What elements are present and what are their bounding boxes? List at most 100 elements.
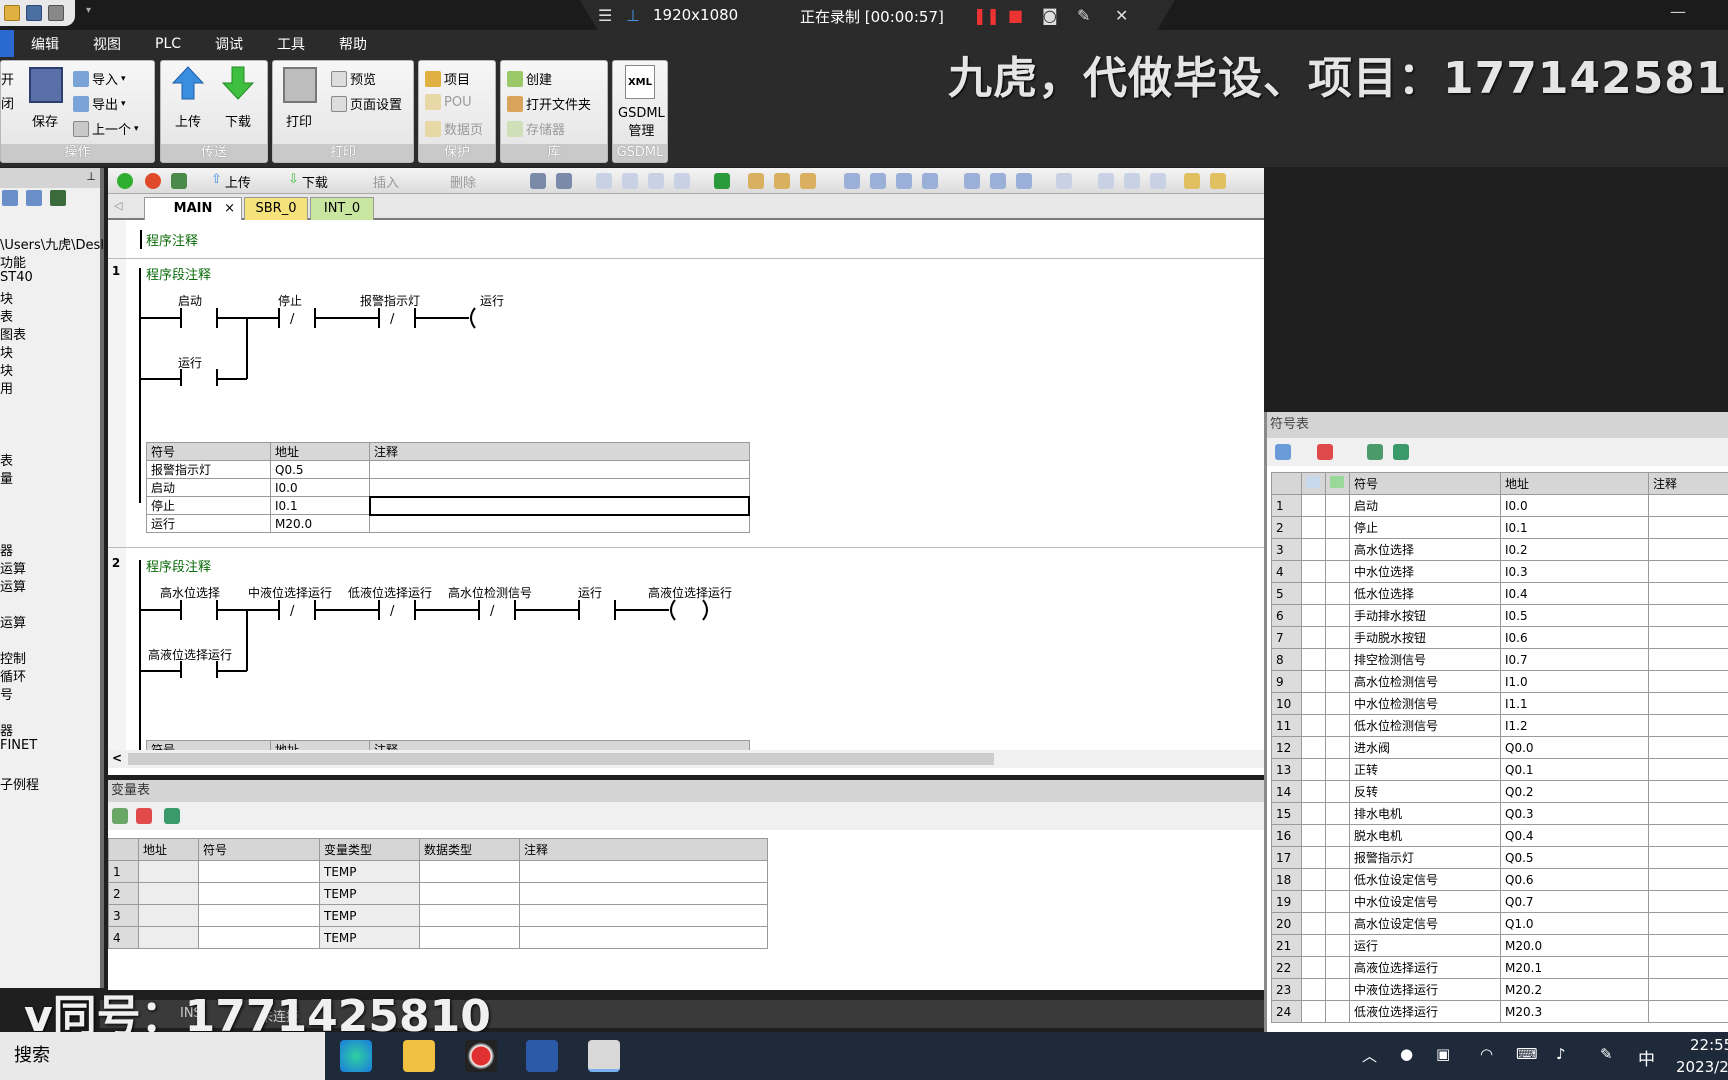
cell[interactable]	[1325, 670, 1350, 693]
tab-main[interactable]: MAIN ×	[144, 197, 242, 220]
symbol-row[interactable]: 7 手动脱水按钮 I0.6	[1271, 626, 1728, 649]
save-button[interactable]: 保存	[32, 111, 58, 130]
camera-icon[interactable]: ◙	[1042, 6, 1058, 25]
cell[interactable]	[1325, 824, 1350, 847]
cell[interactable]	[1301, 890, 1326, 913]
tree-item[interactable]: 控制	[0, 648, 26, 667]
protect-pou-button[interactable]: POU	[425, 94, 472, 110]
close-tab-icon[interactable]: ×	[224, 198, 235, 220]
cell[interactable]	[369, 478, 750, 497]
menu-edit[interactable]: 编辑	[14, 34, 76, 54]
symbol-cell[interactable]: 高水位检测信号	[1349, 670, 1501, 693]
ime-indicator[interactable]: 中	[1638, 1045, 1655, 1070]
microphone-icon[interactable]: ●	[1400, 1045, 1413, 1063]
comment-cell[interactable]	[1648, 956, 1728, 979]
comment-cell[interactable]	[1648, 582, 1728, 605]
tree-item[interactable]: 器	[0, 540, 13, 559]
cell[interactable]	[1325, 582, 1350, 605]
word-icon[interactable]	[526, 1040, 558, 1072]
symbol-cell[interactable]: 脱水电机	[1349, 824, 1501, 847]
scroll-left-icon[interactable]: ◁	[114, 199, 122, 212]
pin-icon[interactable]: ⊥	[86, 170, 96, 183]
symbol-cell[interactable]: 中水位选择	[1349, 560, 1501, 583]
symbol-cell[interactable]: 手动脱水按钮	[1349, 626, 1501, 649]
clock-date[interactable]: 2023/2	[1676, 1058, 1728, 1076]
comment-cell[interactable]	[1648, 494, 1728, 517]
comment-cell[interactable]	[1648, 648, 1728, 671]
export-button[interactable]: 导出 ▾	[73, 94, 126, 113]
cell[interactable]	[1325, 714, 1350, 737]
symbol-row[interactable]: 21 运行 M20.0	[1271, 934, 1728, 957]
tree-item[interactable]: 表	[0, 306, 13, 325]
tree-item[interactable]: 表	[0, 450, 13, 469]
cell[interactable]	[1301, 934, 1326, 957]
symbol-cell[interactable]: 启动	[1349, 494, 1501, 517]
lock-icon[interactable]	[748, 173, 764, 189]
cell[interactable]	[1325, 758, 1350, 781]
cell[interactable]	[1301, 670, 1326, 693]
cell[interactable]	[1301, 956, 1326, 979]
scroll-left-button[interactable]: <	[112, 751, 122, 765]
comment-cell[interactable]	[1648, 1000, 1728, 1023]
cell[interactable]	[198, 882, 320, 905]
comment-cell[interactable]	[1648, 692, 1728, 715]
cell[interactable]	[1301, 538, 1326, 561]
bookmark-icon[interactable]	[622, 173, 638, 189]
tree-item[interactable]: 子例程	[0, 774, 39, 793]
symbol-row[interactable]: 1 启动 I0.0	[1271, 494, 1728, 517]
cell[interactable]	[1325, 692, 1350, 715]
address-cell[interactable]: M20.3	[1500, 1000, 1649, 1023]
comment-cell[interactable]	[1648, 560, 1728, 583]
symbol-row[interactable]: 4 中水位选择 I0.3	[1271, 560, 1728, 583]
symbol-row[interactable]: 24 低液位选择运行 M20.3	[1271, 1000, 1728, 1023]
address-cell[interactable]: Q0.6	[1500, 868, 1649, 891]
edge-icon[interactable]	[340, 1040, 372, 1072]
cell[interactable]	[1301, 868, 1326, 891]
cell[interactable]	[1301, 648, 1326, 671]
comment-cell[interactable]	[1648, 670, 1728, 693]
cell[interactable]	[1325, 978, 1350, 1001]
pen-icon[interactable]: ✎	[1600, 1045, 1613, 1063]
coil-icon[interactable]	[990, 173, 1006, 189]
refresh-icon[interactable]	[1393, 444, 1409, 460]
cell[interactable]	[1325, 956, 1350, 979]
cell[interactable]	[1301, 758, 1326, 781]
cell[interactable]	[1301, 736, 1326, 759]
clipboard-icon[interactable]	[1210, 173, 1226, 189]
previous-button[interactable]: 上一个 ▾	[73, 119, 139, 138]
symbol-row[interactable]: 18 低水位设定信号 Q0.6	[1271, 868, 1728, 891]
menu-icon[interactable]: ☰	[598, 6, 612, 25]
protect-project-button[interactable]: 项目	[425, 69, 470, 88]
tree-item[interactable]: 图表	[0, 324, 26, 343]
table-row[interactable]: 启动 I0.0	[146, 478, 750, 497]
address-cell[interactable]: Q0.3	[1500, 802, 1649, 825]
symbol-row[interactable]: 14 反转 Q0.2	[1271, 780, 1728, 803]
cell[interactable]	[1301, 626, 1326, 649]
cell[interactable]	[1301, 978, 1326, 1001]
delete-row-icon[interactable]	[1317, 444, 1333, 460]
network-comment[interactable]: 程序段注释	[146, 264, 211, 283]
horizontal-scrollbar[interactable]: <	[108, 750, 1264, 768]
compile-icon[interactable]	[171, 173, 187, 189]
symbol-row[interactable]: 20 高水位设定信号 Q1.0	[1271, 912, 1728, 935]
symbol-cell[interactable]: 反转	[1349, 780, 1501, 803]
create-library-button[interactable]: 创建	[507, 69, 552, 88]
cell[interactable]	[1301, 824, 1326, 847]
comment-cell[interactable]	[1648, 978, 1728, 1001]
symbol-row[interactable]: 11 低水位检测信号 I1.2	[1271, 714, 1728, 737]
comment-cell[interactable]	[1648, 604, 1728, 627]
cell[interactable]	[419, 926, 520, 949]
insert-button[interactable]: 插入	[373, 172, 399, 191]
symbol-cell[interactable]: 中水位检测信号	[1349, 692, 1501, 715]
wifi-icon[interactable]: ◠	[1480, 1045, 1493, 1063]
file-explorer-icon[interactable]	[403, 1040, 435, 1072]
symbol-row[interactable]: 9 高水位检测信号 I1.0	[1271, 670, 1728, 693]
symbol-row[interactable]: 3 高水位选择 I0.2	[1271, 538, 1728, 561]
table-icon[interactable]	[1098, 173, 1114, 189]
bookmark-icon[interactable]	[596, 173, 612, 189]
cell[interactable]	[369, 460, 750, 479]
symbol-row[interactable]: 5 低水位选择 I0.4	[1271, 582, 1728, 605]
open-button[interactable]: 开	[1, 69, 14, 88]
symbol-cell[interactable]: 运行	[1349, 934, 1501, 957]
pause-icon[interactable]: ❚❚	[973, 6, 1000, 25]
